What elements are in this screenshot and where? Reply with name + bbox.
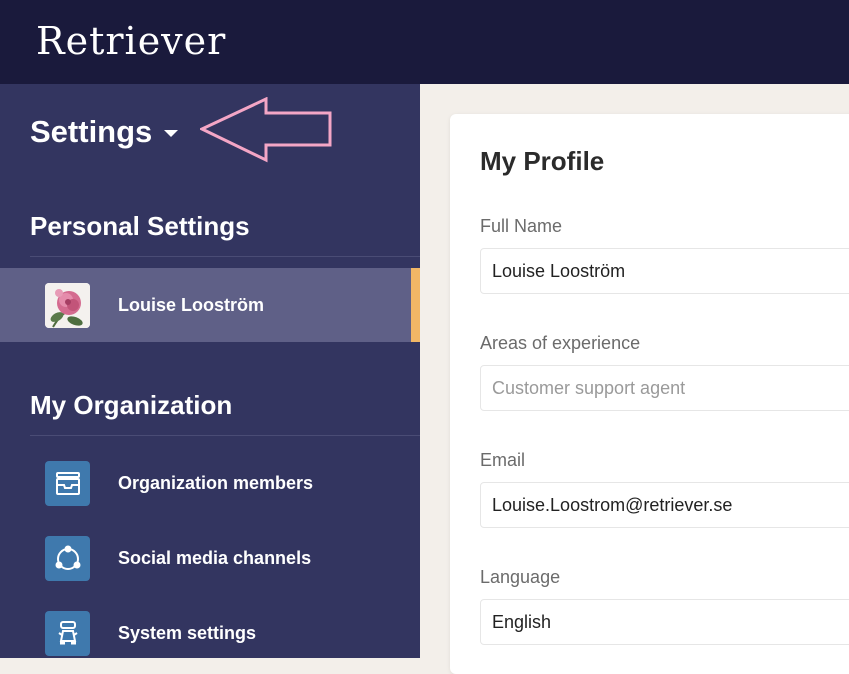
network-nodes-icon bbox=[45, 536, 90, 581]
annotation-arrow-icon bbox=[200, 97, 332, 163]
retriever-logo[interactable]: Retriever bbox=[36, 16, 226, 66]
page-title: My Profile bbox=[480, 146, 605, 176]
personal-settings-heading: Personal Settings bbox=[30, 211, 250, 241]
my-organization-heading: My Organization bbox=[30, 390, 233, 420]
areas-of-experience-field[interactable] bbox=[480, 365, 849, 411]
email-field[interactable] bbox=[480, 482, 849, 528]
full-name-label: Full Name bbox=[480, 216, 563, 236]
divider bbox=[30, 435, 420, 436]
sidebar-item-label: Social media channels bbox=[118, 548, 312, 568]
caret-down-icon bbox=[164, 129, 179, 137]
settings-dropdown[interactable]: Settings bbox=[30, 112, 179, 152]
email-label: Email bbox=[480, 450, 526, 470]
sidebar-item-label: System settings bbox=[118, 623, 257, 643]
full-name-field[interactable] bbox=[480, 248, 849, 294]
top-bar: Retriever bbox=[0, 0, 849, 84]
sidebar-item-social-media-channels[interactable]: Social media channels bbox=[0, 521, 420, 595]
settings-label: Settings bbox=[30, 114, 153, 149]
sidebar-item-organization-members[interactable]: Organization members bbox=[0, 446, 420, 520]
avatar bbox=[45, 283, 90, 328]
active-indicator bbox=[411, 268, 420, 342]
inbox-tray-icon bbox=[45, 461, 90, 506]
robot-icon bbox=[45, 611, 90, 656]
divider bbox=[30, 256, 420, 257]
sidebar-item-system-settings[interactable]: System settings bbox=[0, 596, 420, 670]
language-field[interactable] bbox=[480, 599, 849, 645]
sidebar-item-profile[interactable]: Louise Looström bbox=[0, 268, 420, 342]
sidebar-item-label: Organization members bbox=[118, 473, 314, 493]
sidebar-item-label: Louise Looström bbox=[118, 295, 265, 315]
areas-of-experience-label: Areas of experience bbox=[480, 333, 641, 353]
language-label: Language bbox=[480, 567, 561, 587]
